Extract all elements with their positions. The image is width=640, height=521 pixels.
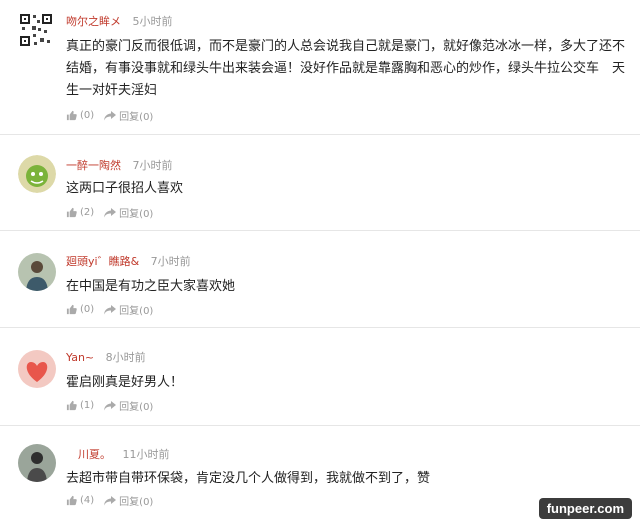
reply-button[interactable]: 回复(0) (104, 205, 153, 220)
username-link[interactable]: 吻尔之眸メ (66, 15, 121, 28)
comment-meta: 川夏。 11小时前 (66, 446, 170, 462)
timestamp: 11小时前 (122, 448, 170, 461)
comment-text: 去超市带自带环保袋，肯定没几个人做得到，我就做不到了，赞 (66, 471, 431, 486)
like-button[interactable]: (2) (66, 207, 94, 218)
thumbs-up-icon (66, 304, 77, 315)
reply-button[interactable]: 回复(0) (104, 302, 153, 317)
timestamp: 7小时前 (132, 159, 173, 172)
comment-meta: 吻尔之眸メ 5小时前 (66, 13, 173, 29)
comment-actions: (2) 回复(0) (66, 205, 163, 220)
like-count: (0) (80, 110, 95, 121)
reply-label: 回复(0) (119, 306, 154, 317)
comment-item: Yan~ 8小时前 霍启刚真是好男人！ (1) 回复(0) (0, 328, 640, 426)
timestamp: 7小时前 (150, 255, 191, 268)
cartoon-avatar-icon[interactable] (18, 155, 56, 193)
comment-item: 一醉一陶然 7小时前 这两口子很招人喜欢 (2) 回复(0) (0, 135, 640, 231)
comment-item: 廻頭yi゛瞧路& 7小时前 在中国是有功之臣大家喜欢她 (0) 回复(0) (0, 231, 640, 328)
like-button[interactable]: (0) (66, 304, 94, 315)
watermark: funpeer.com (538, 498, 632, 519)
thumbs-up-icon (66, 495, 77, 506)
like-count: (4) (80, 495, 95, 506)
like-button[interactable]: (4) (66, 495, 94, 506)
like-count: (1) (80, 400, 95, 411)
reply-arrow-icon (104, 207, 117, 217)
reply-arrow-icon (104, 400, 117, 410)
reply-label: 回复(0) (119, 402, 154, 413)
comment-meta: 一醉一陶然 7小时前 (66, 157, 173, 173)
like-button[interactable]: (0) (66, 110, 94, 121)
reply-label: 回复(0) (119, 112, 154, 123)
heart-avatar-icon[interactable] (18, 350, 56, 388)
thumbs-up-icon (66, 400, 77, 411)
reply-arrow-icon (104, 304, 117, 314)
timestamp: 5小时前 (132, 15, 173, 28)
timestamp: 8小时前 (105, 351, 146, 364)
comment-meta: Yan~ 8小时前 (66, 349, 146, 365)
reply-button[interactable]: 回复(0) (104, 108, 153, 123)
username-link[interactable]: 一醉一陶然 (66, 159, 121, 172)
person-photo-avatar-icon[interactable] (18, 444, 56, 482)
comment-text: 真正的豪门反而很低调，而不是豪门的人总会说我自己就是豪门，就好像范冰冰一样，多大… (66, 39, 626, 98)
like-button[interactable]: (1) (66, 400, 94, 411)
comment-item: 吻尔之眸メ 5小时前 真正的豪门反而很低调，而不是豪门的人总会说我自己就是豪门，… (0, 0, 640, 135)
comment-actions: (0) 回复(0) (66, 302, 163, 317)
thumbs-up-icon (66, 207, 77, 218)
comment-actions: (4) 回复(0) (66, 493, 163, 508)
reply-button[interactable]: 回复(0) (104, 493, 153, 508)
reply-arrow-icon (104, 495, 117, 505)
qr-code-avatar-icon[interactable] (18, 12, 54, 48)
reply-label: 回复(0) (119, 497, 154, 508)
comment-text: 霍启刚真是好男人！ (66, 375, 184, 390)
person-photo-avatar-icon[interactable] (18, 253, 56, 291)
reply-arrow-icon (104, 110, 117, 120)
comment-text: 在中国是有功之臣大家喜欢她 (66, 279, 236, 294)
username-link[interactable]: 川夏。 (78, 448, 111, 461)
like-count: (2) (80, 207, 95, 218)
reply-label: 回复(0) (119, 209, 154, 220)
comment-text: 这两口子很招人喜欢 (66, 181, 184, 196)
comment-actions: (0) 回复(0) (66, 108, 163, 123)
comment-actions: (1) 回复(0) (66, 398, 163, 413)
username-link[interactable]: Yan~ (66, 351, 94, 364)
comment-meta: 廻頭yi゛瞧路& 7小时前 (66, 253, 191, 269)
username-link[interactable]: 廻頭yi゛瞧路& (66, 255, 139, 268)
like-count: (0) (80, 304, 95, 315)
reply-button[interactable]: 回复(0) (104, 398, 153, 413)
thumbs-up-icon (66, 110, 77, 121)
